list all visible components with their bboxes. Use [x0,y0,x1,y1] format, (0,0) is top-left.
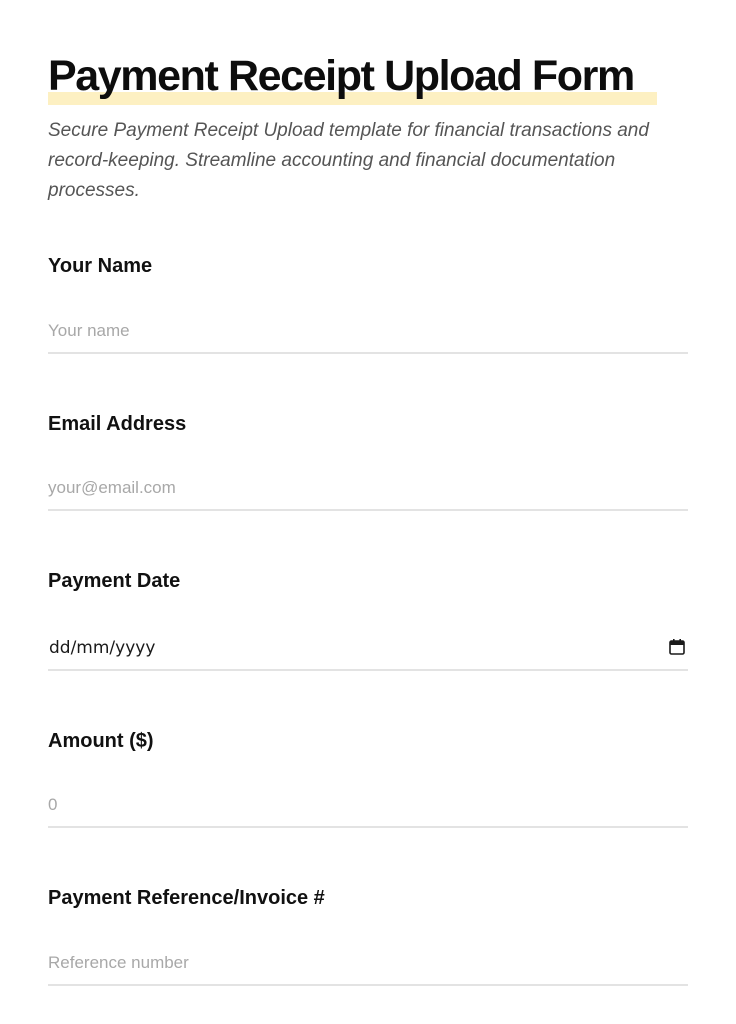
email-input[interactable] [48,467,688,511]
payment-date-input[interactable]: dd/mm/yyyy [48,627,688,671]
page-title: Payment Receipt Upload Form [48,52,635,100]
name-input[interactable] [48,310,688,354]
payment-date-value: dd/mm/yyyy [49,638,156,658]
calendar-icon[interactable] [668,638,686,656]
reference-label: Payment Reference/Invoice # [48,887,325,909]
name-label: Your Name [48,255,153,277]
amount-input[interactable] [48,784,688,828]
form-description: Secure Payment Receipt Upload template f… [48,120,649,201]
payment-date-label: Payment Date [48,570,181,592]
email-label: Email Address [48,413,187,435]
reference-input[interactable] [48,942,688,986]
amount-label: Amount ($) [48,730,154,752]
